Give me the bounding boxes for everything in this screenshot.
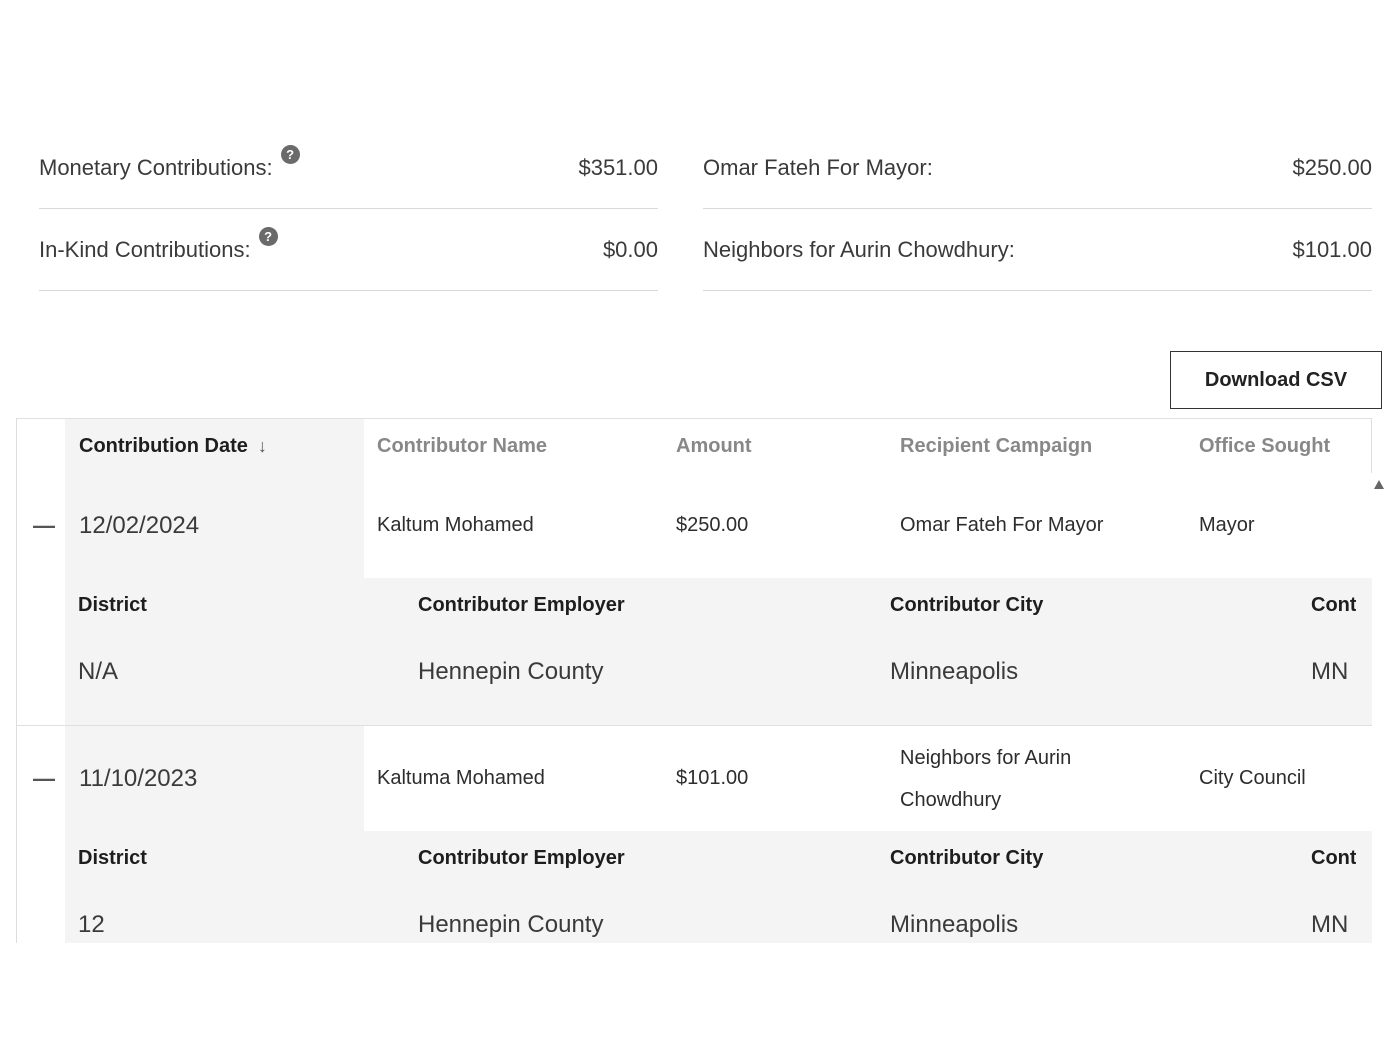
- campaign-total-label: Omar Fateh For Mayor:: [703, 155, 933, 180]
- recipient-campaign: Omar Fateh For Mayor: [900, 514, 1104, 536]
- employer-value: Hennepin County: [418, 911, 604, 938]
- scroll-up-arrow-icon[interactable]: [1374, 480, 1384, 489]
- detail-row: District Contributor Employer Contributo…: [17, 831, 1372, 943]
- contribution-date: 11/10/2023: [79, 764, 198, 792]
- office-sought: Mayor: [1199, 514, 1255, 536]
- detail-header-district: District: [78, 594, 147, 616]
- collapse-icon[interactable]: —: [33, 473, 55, 578]
- table-header: Contribution Date ↓ Contributor Name Amo…: [17, 418, 1372, 474]
- campaign-total-value: $250.00: [1292, 155, 1372, 180]
- contribution-date: 12/02/2024: [79, 511, 200, 539]
- detail-header-employer: Contributor Employer: [418, 847, 625, 869]
- inkind-contributions-value: $0.00: [602, 237, 658, 262]
- contributor-name: Kaltuma Mohamed: [377, 767, 545, 789]
- help-icon[interactable]: ?: [258, 227, 278, 246]
- monetary-contributions-value: $351.00: [578, 155, 658, 180]
- detail-row: District Contributor Employer Contributo…: [17, 578, 1372, 726]
- table-row[interactable]: — 12/02/2024 Kaltum Mohamed $250.00 Omar…: [17, 473, 1372, 579]
- contributor-name: Kaltum Mohamed: [377, 514, 534, 536]
- detail-header-state: Contril: [1311, 594, 1356, 616]
- campaign-total-value: $101.00: [1292, 237, 1372, 262]
- office-sought: City Council: [1199, 767, 1306, 789]
- sort-down-icon: ↓: [257, 435, 267, 456]
- city-value: Minneapolis: [890, 911, 1019, 938]
- campaign-total-row: Neighbors for Aurin Chowdhury: $101.00: [703, 210, 1372, 291]
- amount: $101.00: [676, 767, 749, 789]
- district-value: 12: [78, 911, 105, 938]
- download-csv-button[interactable]: Download CSV: [1170, 351, 1382, 409]
- campaign-total-row: Omar Fateh For Mayor: $250.00: [703, 128, 1372, 209]
- contributions-page: Monetary Contributions: ? $351.00 In-Kin…: [0, 0, 1397, 1048]
- inkind-contributions-row: In-Kind Contributions: ? $0.00: [39, 210, 658, 291]
- help-icon[interactable]: ?: [280, 145, 300, 164]
- state-value: MN: [1311, 911, 1349, 938]
- collapse-icon[interactable]: —: [33, 726, 55, 831]
- monetary-contributions-label: Monetary Contributions:: [39, 155, 273, 180]
- employer-value: Hennepin County: [418, 658, 604, 685]
- state-value: MN: [1311, 658, 1349, 685]
- inkind-contributions-label: In-Kind Contributions:: [39, 237, 251, 262]
- column-header-contribution-date[interactable]: Contribution Date ↓: [79, 419, 267, 473]
- detail-header-state: Contril: [1311, 847, 1356, 869]
- monetary-contributions-row: Monetary Contributions: ? $351.00: [39, 128, 658, 209]
- detail-header-city: Contributor City: [890, 594, 1044, 616]
- column-header-amount[interactable]: Amount: [676, 419, 752, 473]
- column-header-office-sought[interactable]: Office Sought: [1199, 419, 1330, 473]
- column-header-recipient-campaign[interactable]: Recipient Campaign: [900, 419, 1092, 473]
- amount: $250.00: [676, 514, 749, 536]
- column-header-contributor-name[interactable]: Contributor Name: [377, 419, 547, 473]
- recipient-campaign: Neighbors for Aurin Chowdhury: [900, 746, 1072, 811]
- campaign-total-label: Neighbors for Aurin Chowdhury:: [703, 237, 1015, 262]
- detail-header-district: District: [78, 847, 147, 869]
- table-row[interactable]: — 11/10/2023 Kaltuma Mohamed $101.00 Nei…: [17, 726, 1372, 832]
- city-value: Minneapolis: [890, 658, 1019, 685]
- district-value: N/A: [78, 658, 119, 685]
- detail-header-city: Contributor City: [890, 847, 1044, 869]
- contributions-table: Contribution Date ↓ Contributor Name Amo…: [16, 418, 1383, 943]
- detail-header-employer: Contributor Employer: [418, 594, 625, 616]
